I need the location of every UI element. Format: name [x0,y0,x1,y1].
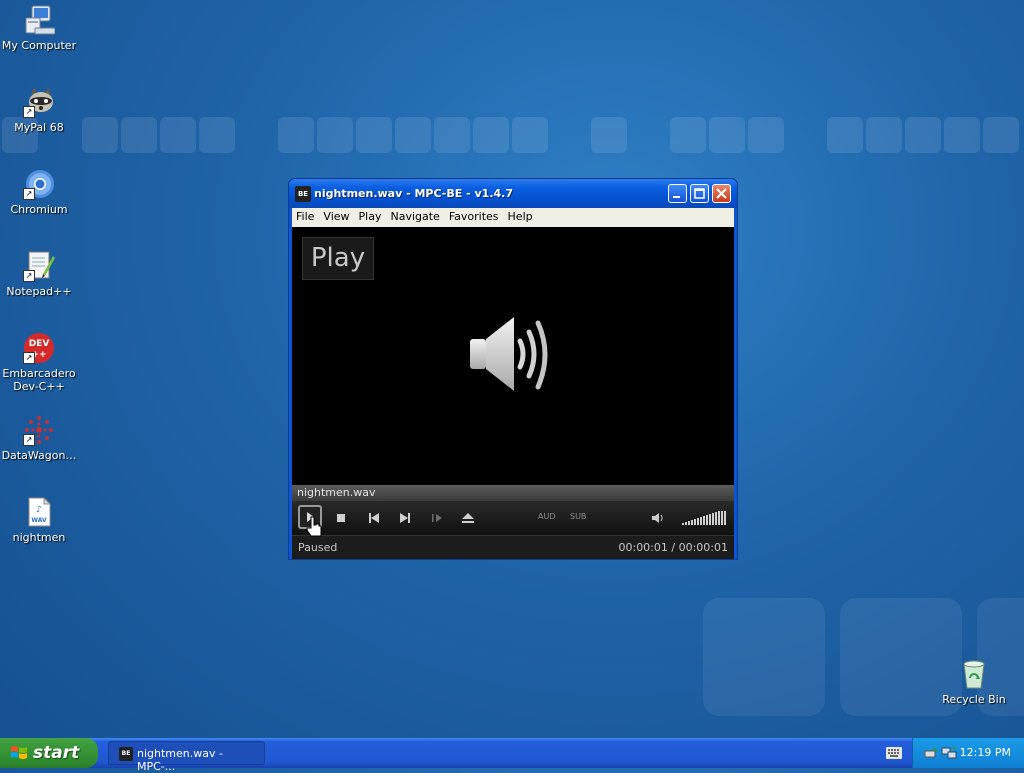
shortcut-arrow-icon: ↗ [23,106,35,118]
start-button[interactable]: start [0,738,98,768]
desktop-icon-label: My Computer [1,39,77,52]
window-title: nightmen.wav - MPC-BE - v1.4.7 [314,187,513,200]
svg-text:♪: ♪ [36,505,42,515]
stop-button[interactable] [332,510,350,526]
desktop-icon-mypal[interactable]: ↗ MyPal 68 [1,86,77,134]
minimize-icon [673,196,680,198]
menu-view[interactable]: View [319,208,354,223]
taskbar: start BE nightmen.wav - MPC-... 12:19 PM [0,738,1024,773]
close-button[interactable] [712,184,731,203]
window-titlebar[interactable]: BE nightmen.wav - MPC-BE - v1.4.7 [289,179,737,208]
eject-button[interactable] [459,510,477,526]
stop-icon [337,514,345,522]
recycle-bin-icon [958,658,990,690]
desktop-icon-recycle-bin[interactable]: Recycle Bin [936,658,1012,706]
volume-slider[interactable] [682,511,728,525]
minimize-button[interactable] [668,184,687,203]
shortcut-arrow-icon: ↗ [23,352,35,364]
desktop-icon-devcpp[interactable]: DEV ++ ↗ Embarcadero Dev-C++ [1,332,77,393]
next-button[interactable] [396,510,414,526]
playback-controls: AUD SUB [292,501,734,535]
desktop-icon-nightmen[interactable]: ♪ WAV nightmen [1,496,77,544]
menu-bar: File View Play Navigate Favorites Help [292,208,734,227]
hand-cursor-icon [306,516,322,537]
keyboard-icon[interactable] [886,747,902,759]
notepadpp-icon: ↗ [23,250,55,282]
previous-icon [369,513,379,523]
system-tray: 12:19 PM [912,738,1024,768]
clock[interactable]: 12:19 PM [960,746,1011,759]
subtitle-button[interactable]: SUB [570,512,586,521]
svg-text:DEV: DEV [29,339,50,349]
desktop-icon-label: nightmen [12,531,66,544]
desktop-icon-label: Notepad++ [6,285,72,298]
maximize-button[interactable] [690,184,709,203]
menu-favorites[interactable]: Favorites [445,208,504,223]
network-icon[interactable] [941,745,957,761]
menu-play[interactable]: Play [355,208,387,223]
mypal-icon: ↗ [23,86,55,118]
app-icon: BE [295,186,311,202]
wav-file-icon: ♪ WAV [23,496,55,528]
desktop-icon-label: Embarcadero Dev-C++ [2,367,76,393]
audio-speaker-icon [470,317,548,391]
previous-button[interactable] [365,510,383,526]
menu-navigate[interactable]: Navigate [386,208,444,223]
status-bar: Paused 00:00:01 / 00:00:01 [292,535,734,559]
svg-text:WAV: WAV [31,517,47,524]
shortcut-arrow-icon: ↗ [23,434,35,446]
desktop-icon-label: MyPal 68 [14,121,64,134]
app-icon: BE [119,747,133,761]
audio-track-button[interactable]: AUD [538,512,556,521]
shortcut-arrow-icon: ↗ [23,270,35,282]
windows-logo-icon [11,746,27,759]
current-filename: nightmen.wav [297,486,376,499]
chromium-icon: ↗ [23,168,55,200]
menu-help[interactable]: Help [504,208,538,223]
taskbar-item-label: nightmen.wav - MPC-... [137,747,223,773]
seek-bar[interactable]: nightmen.wav [292,485,734,501]
eject-icon [462,513,474,523]
desktop-icon-chromium[interactable]: ↗ Chromium [1,168,77,216]
taskbar-item-mpc-be[interactable]: BE nightmen.wav - MPC-... [108,741,265,773]
osd-message: Play [302,237,374,280]
frame-step-icon [432,514,442,522]
desktop-icon-label: Chromium [10,203,68,216]
desktop-icon-datawagon[interactable]: ↗ DataWagon… [1,414,77,462]
mute-button[interactable] [649,510,667,526]
playback-status: Paused [298,541,338,554]
desktop-icon-label: Recycle Bin [942,693,1006,706]
desktop-icon-my-computer[interactable]: My Computer [1,4,77,52]
close-icon [716,188,727,199]
safely-remove-hardware-icon[interactable] [923,745,939,761]
my-computer-icon [23,4,56,36]
time-display: 00:00:01 / 00:00:01 [618,541,728,554]
desktop-icon-label: DataWagon… [1,449,77,462]
frame-step-button[interactable] [428,510,446,526]
devcpp-icon: DEV ++ ↗ [23,332,55,364]
datawagon-icon: ↗ [23,414,55,446]
shortcut-arrow-icon: ↗ [23,188,35,200]
next-icon [400,513,410,523]
desktop-icon-notepadpp[interactable]: ↗ Notepad++ [1,250,77,298]
start-label: start [33,743,80,763]
menu-file[interactable]: File [292,208,319,223]
maximize-icon [694,188,705,199]
video-area[interactable]: Play [292,227,734,485]
volume-icon [652,513,663,523]
mpc-be-window: BE nightmen.wav - MPC-BE - v1.4.7 File Vi… [288,178,738,560]
